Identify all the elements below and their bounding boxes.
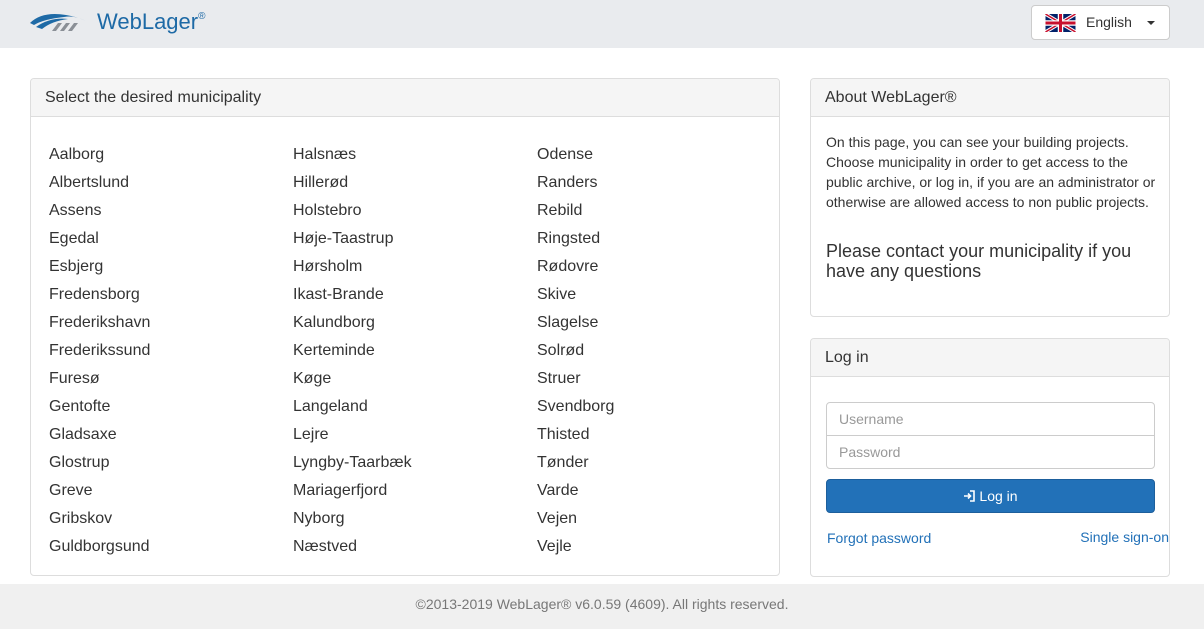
about-description: On this page, you can see your building …	[826, 134, 1156, 210]
municipality-link[interactable]: Solrød	[537, 341, 614, 369]
sign-in-icon	[964, 490, 976, 502]
chevron-down-icon	[1147, 21, 1155, 25]
municipality-link[interactable]: Egedal	[49, 229, 150, 257]
brand-name: WebLager®	[97, 9, 206, 34]
municipality-link[interactable]: Furesø	[49, 369, 150, 397]
municipality-link[interactable]: Gribskov	[49, 509, 150, 537]
login-panel-title: Log in	[811, 339, 1169, 377]
municipality-link[interactable]: Nyborg	[293, 509, 412, 537]
weblager-logo-icon	[30, 14, 86, 31]
single-sign-on-link[interactable]: Single sign-on	[825, 529, 1169, 545]
municipality-panel-title: Select the desired municipality	[31, 79, 779, 117]
municipality-link[interactable]: Lyngby-Taarbæk	[293, 453, 412, 481]
municipality-link[interactable]: Vejen	[537, 509, 614, 537]
brand-logo[interactable]: WebLager®	[28, 8, 205, 38]
municipality-link[interactable]: Halsnæs	[293, 145, 412, 173]
municipality-link[interactable]: Slagelse	[537, 313, 614, 341]
municipality-link[interactable]: Skive	[537, 285, 614, 313]
municipality-link[interactable]: Langeland	[293, 397, 412, 425]
about-contact-note: Please contact your municipality if you …	[826, 241, 1132, 281]
municipality-link[interactable]: Struer	[537, 369, 614, 397]
municipality-link[interactable]: Ikast-Brande	[293, 285, 412, 313]
municipality-link[interactable]: Rebild	[537, 201, 614, 229]
language-label: English	[1086, 14, 1132, 30]
municipality-link[interactable]: Høje-Taastrup	[293, 229, 412, 257]
municipality-link[interactable]: Frederikshavn	[49, 313, 150, 341]
municipality-link[interactable]: Kalundborg	[293, 313, 412, 341]
municipality-link[interactable]: Lejre	[293, 425, 412, 453]
municipality-link[interactable]: Assens	[49, 201, 150, 229]
municipality-link[interactable]: Albertslund	[49, 173, 150, 201]
username-input[interactable]	[826, 402, 1155, 436]
login-button[interactable]: Log in	[826, 479, 1155, 513]
municipality-link[interactable]: Thisted	[537, 425, 614, 453]
municipality-link[interactable]: Frederikssund	[49, 341, 150, 369]
municipality-column-1: Aalborg Albertslund Assens Egedal Esbjerg Fre…	[49, 145, 150, 565]
municipality-link[interactable]: Odense	[537, 145, 614, 173]
municipality-link[interactable]: Esbjerg	[49, 257, 150, 285]
copyright-text: ©2013-2019 WebLager® v6.0.59 (4609). All…	[415, 596, 789, 612]
municipality-link[interactable]: Gentofte	[49, 397, 150, 425]
municipality-link[interactable]: Ringsted	[537, 229, 614, 257]
municipality-link[interactable]: Greve	[49, 481, 150, 509]
about-panel: About WebLager® On this page, you can se…	[810, 78, 1170, 317]
municipality-column-3: Odense Randers Rebild Ringsted Rødovre Skive S…	[537, 145, 614, 565]
municipality-column-2: Halsnæs Hillerød Holstebro Høje-Taastrup Hør…	[293, 145, 412, 565]
municipality-link[interactable]: Varde	[537, 481, 614, 509]
municipality-link[interactable]: Holstebro	[293, 201, 412, 229]
municipality-link[interactable]: Tønder	[537, 453, 614, 481]
about-panel-title: About WebLager®	[811, 79, 1169, 117]
login-button-label: Log in	[979, 488, 1018, 504]
municipality-link[interactable]: Glostrup	[49, 453, 150, 481]
municipality-link[interactable]: Guldborgsund	[49, 537, 150, 565]
uk-flag-icon	[1045, 14, 1076, 32]
language-dropdown[interactable]: English	[1031, 5, 1170, 40]
municipality-link[interactable]: Kerteminde	[293, 341, 412, 369]
municipality-panel: Select the desired municipality Aalborg A…	[30, 78, 780, 576]
municipality-link[interactable]: Hillerød	[293, 173, 412, 201]
municipality-link[interactable]: Næstved	[293, 537, 412, 565]
municipality-link[interactable]: Køge	[293, 369, 412, 397]
municipality-link[interactable]: Vejle	[537, 537, 614, 565]
login-panel: Log in Log in Forgot password Single sig…	[810, 338, 1170, 577]
municipality-link[interactable]: Hørsholm	[293, 257, 412, 285]
top-bar: WebLager® English	[0, 0, 1204, 48]
password-input[interactable]	[826, 435, 1155, 469]
municipality-link[interactable]: Gladsaxe	[49, 425, 150, 453]
municipality-link[interactable]: Mariagerfjord	[293, 481, 412, 509]
footer: ©2013-2019 WebLager® v6.0.59 (4609). All…	[0, 584, 1204, 629]
municipality-link[interactable]: Svendborg	[537, 397, 614, 425]
municipality-link[interactable]: Aalborg	[49, 145, 150, 173]
municipality-link[interactable]: Randers	[537, 173, 614, 201]
municipality-link[interactable]: Fredensborg	[49, 285, 150, 313]
municipality-link[interactable]: Rødovre	[537, 257, 614, 285]
